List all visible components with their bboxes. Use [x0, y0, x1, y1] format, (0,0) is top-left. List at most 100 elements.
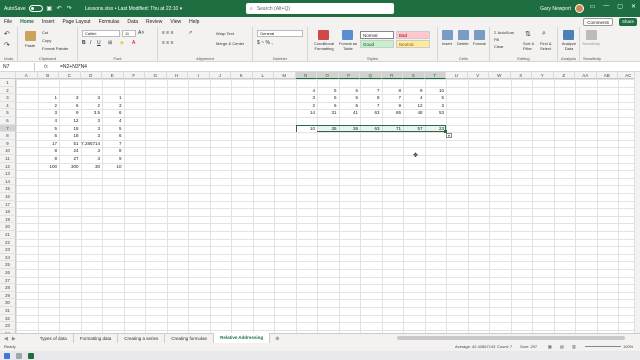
add-sheet-icon[interactable]: ⊕ — [275, 336, 279, 342]
cell[interactable]: 1 — [102, 94, 124, 102]
menu-review[interactable]: Review — [142, 17, 166, 27]
cell[interactable]: 41 — [339, 109, 361, 117]
cell[interactable]: 4 — [296, 87, 318, 95]
cell[interactable]: 5 — [317, 87, 339, 95]
row-header-33[interactable]: 33 — [0, 322, 16, 330]
underline-icon[interactable]: U — [97, 40, 101, 46]
paste-button[interactable]: Paste — [25, 43, 35, 48]
prev-sheet-icon[interactable]: ◀ — [4, 336, 8, 342]
row-header-14[interactable]: 14 — [0, 177, 16, 186]
column-header-e[interactable]: E — [102, 72, 124, 79]
cell[interactable]: 6 — [339, 94, 361, 102]
cell[interactable]: 7 — [360, 102, 382, 110]
format-table-icon[interactable] — [342, 30, 353, 40]
column-header-w[interactable]: W — [489, 72, 511, 79]
cell[interactable]: 3 — [81, 94, 103, 102]
column-header-c[interactable]: C — [59, 72, 81, 79]
cell[interactable]: 57 — [403, 125, 425, 133]
font-name-select[interactable]: Calibri — [82, 30, 120, 37]
style-normal[interactable]: Normal — [360, 31, 394, 39]
cell[interactable]: 3 — [296, 94, 318, 102]
cell[interactable]: 6 — [339, 87, 361, 95]
row-header-18[interactable]: 18 — [0, 208, 16, 216]
cell[interactable]: 15 — [59, 125, 81, 133]
comments-button[interactable]: Comments — [583, 18, 613, 26]
delete-cells-icon[interactable] — [458, 30, 469, 40]
row-header-8[interactable]: 8 — [0, 132, 16, 140]
cell[interactable]: 5 — [339, 102, 361, 110]
menu-page-layout[interactable]: Page Layout — [58, 17, 94, 27]
cell[interactable]: 3 — [81, 117, 103, 125]
start-icon[interactable] — [4, 352, 10, 359]
cell[interactable]: 1 — [38, 94, 60, 102]
menu-formulas[interactable]: Formulas — [95, 17, 124, 27]
row-header-30[interactable]: 30 — [0, 299, 16, 307]
cell[interactable]: 6 — [38, 132, 60, 140]
cell[interactable]: 3 — [38, 109, 60, 117]
clear-button[interactable]: Clear — [494, 44, 504, 49]
italic-icon[interactable]: I — [90, 40, 91, 46]
format-cells-icon[interactable] — [474, 30, 485, 40]
row-header-15[interactable]: 15 — [0, 185, 16, 193]
column-header-u[interactable]: U — [446, 72, 468, 79]
row-header-28[interactable]: 28 — [0, 284, 16, 292]
conditional-formatting-button[interactable]: Conditional Formatting — [311, 41, 337, 51]
fill-button[interactable]: Fill — [494, 37, 499, 42]
column-header-q[interactable]: Q — [360, 72, 382, 79]
redo-icon[interactable]: ↷ — [66, 5, 73, 12]
cell[interactable]: 3 — [59, 94, 81, 102]
column-header-o[interactable]: O — [317, 72, 339, 79]
cell[interactable]: 3 — [81, 155, 103, 163]
column-header-t[interactable]: T — [424, 72, 446, 79]
row-header-16[interactable]: 16 — [0, 193, 16, 201]
row-header-19[interactable]: 19 — [0, 215, 16, 224]
format-table-button[interactable]: Format as Table — [337, 41, 359, 51]
insert-button[interactable]: Insert — [442, 41, 452, 46]
column-header-n[interactable]: N — [295, 72, 317, 79]
find-select-button[interactable]: Find & Select — [540, 41, 554, 51]
cell[interactable]: 8 — [38, 147, 60, 155]
cell[interactable]: 7.285714 — [81, 140, 103, 148]
tab-types-of-data[interactable]: Types of data — [34, 333, 74, 344]
fx-icon[interactable]: fx — [35, 64, 57, 70]
cell[interactable]: 9 — [59, 109, 81, 117]
next-sheet-icon[interactable]: ▶ — [12, 336, 16, 342]
conditional-formatting-icon[interactable] — [318, 30, 329, 40]
name-box[interactable]: N7 — [0, 62, 35, 71]
autosum-button[interactable]: Σ AutoSum — [494, 30, 514, 35]
cell[interactable]: 2 — [296, 102, 318, 110]
row-header-1[interactable]: 1 — [0, 79, 16, 87]
tab-creating-series[interactable]: Creating a series — [118, 333, 166, 344]
row-header-13[interactable]: 13 — [0, 170, 16, 178]
column-header-g[interactable]: G — [145, 72, 167, 79]
cell[interactable]: 36 — [339, 125, 361, 133]
close-icon[interactable]: ✕ — [631, 3, 636, 10]
cell[interactable]: 48 — [403, 109, 425, 117]
undo-button-icon[interactable]: ↶ — [4, 30, 10, 38]
column-header-r[interactable]: R — [381, 72, 403, 79]
cell[interactable]: 7 — [382, 94, 404, 102]
cell[interactable]: 300 — [59, 163, 81, 171]
cell[interactable]: 3 — [81, 147, 103, 155]
column-header-j[interactable]: J — [209, 72, 231, 79]
column-header-aa[interactable]: AA — [575, 72, 597, 79]
cell[interactable]: 2 — [38, 102, 60, 110]
horizontal-scrollbar[interactable] — [397, 336, 625, 340]
minimize-icon[interactable]: — — [603, 3, 609, 10]
format-painter-button[interactable]: Format Painter — [42, 46, 68, 51]
cell[interactable]: 3.5 — [81, 109, 103, 117]
vertical-scrollbar[interactable] — [634, 72, 640, 333]
row-header-22[interactable]: 22 — [0, 238, 16, 247]
cell[interactable]: 27 — [59, 155, 81, 163]
row-header-3[interactable]: 3 — [0, 94, 16, 102]
cell[interactable]: 53 — [425, 109, 447, 117]
cell[interactable]: 63 — [360, 125, 382, 133]
row-header-20[interactable]: 20 — [0, 223, 16, 231]
cell[interactable]: 3 — [81, 132, 103, 140]
column-header-ac[interactable]: AC — [618, 72, 634, 79]
cell[interactable]: 9 — [403, 87, 425, 95]
column-header-d[interactable]: D — [80, 72, 102, 79]
cell[interactable]: 6 — [102, 132, 124, 140]
row-header-6[interactable]: 6 — [0, 117, 16, 125]
save-icon[interactable]: ▣ — [46, 5, 53, 12]
